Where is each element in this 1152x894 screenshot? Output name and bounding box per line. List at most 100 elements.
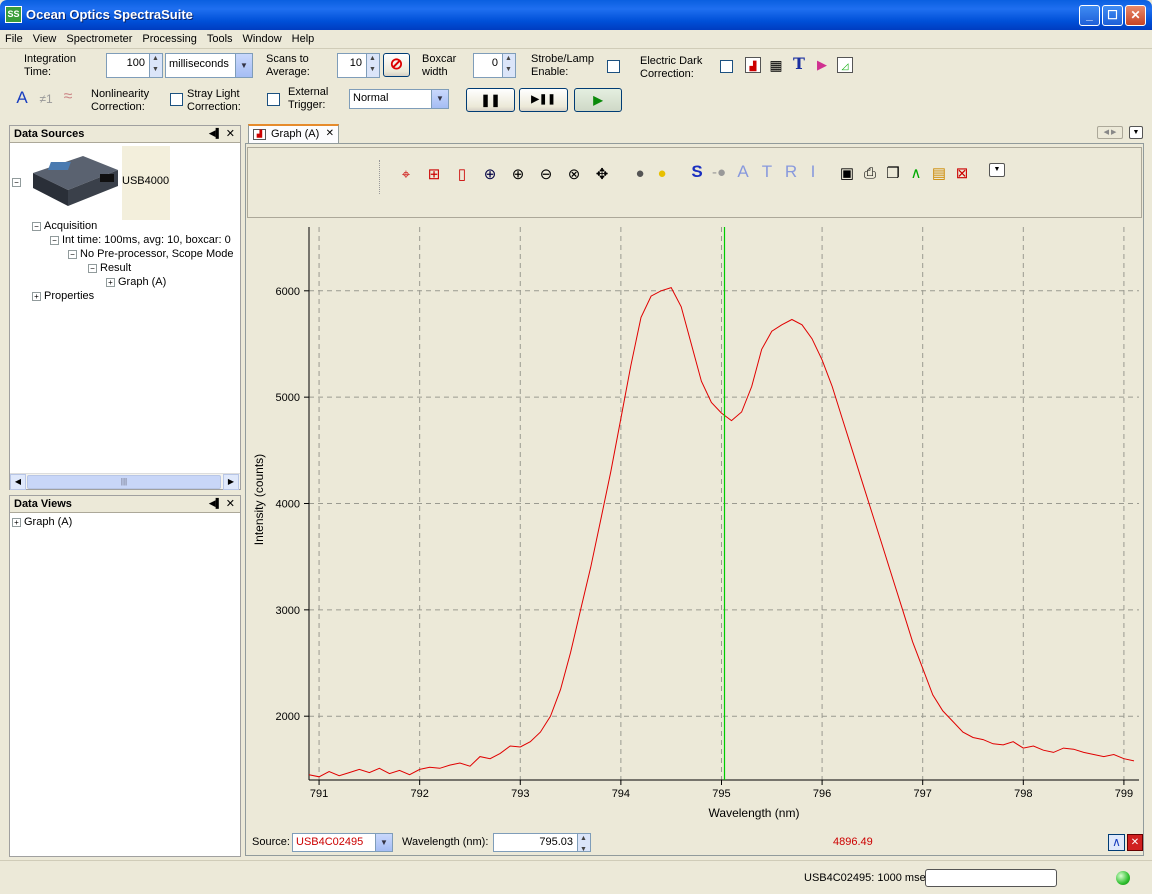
- tree-result[interactable]: − Result: [88, 262, 131, 274]
- wavelength-input[interactable]: 795.03: [493, 833, 578, 852]
- stray-light-checkbox[interactable]: [267, 93, 280, 106]
- device-label[interactable]: USB4000: [122, 175, 169, 187]
- stop-icon[interactable]: ⊘: [383, 53, 410, 77]
- scans-spinner[interactable]: [366, 53, 380, 78]
- scroll-right-icon[interactable]: ▶: [223, 474, 239, 490]
- nonlinearity-icon[interactable]: ≠1: [36, 91, 56, 107]
- y-axis-label: Intensity (counts): [252, 454, 266, 545]
- reflection-letter-icon[interactable]: R: [782, 163, 800, 180]
- copy-icon[interactable]: ❐: [884, 166, 902, 182]
- clear-marker-icon[interactable]: ✕: [1127, 834, 1143, 851]
- overlay-view-icon[interactable]: ◿: [837, 57, 853, 73]
- menu-spectrometer[interactable]: Spectrometer: [61, 30, 137, 45]
- boxcar-spinner[interactable]: [502, 53, 516, 78]
- menu-processing[interactable]: Processing: [137, 30, 201, 45]
- boxcar-width-input[interactable]: 0: [473, 53, 503, 78]
- single-acquire-button[interactable]: ▶❚❚: [519, 88, 568, 112]
- print-icon[interactable]: ⎙: [861, 166, 879, 182]
- zoom-box-icon[interactable]: ⊕: [481, 167, 499, 183]
- delete-icon[interactable]: ⊠: [953, 166, 971, 182]
- trigger-label: External Trigger:: [288, 86, 329, 111]
- window-title: Ocean Optics SpectraSuite: [26, 7, 193, 22]
- tree-int-time[interactable]: − Int time: 100ms, avg: 10, boxcar: 0: [50, 234, 231, 246]
- irradiance-letter-icon[interactable]: I: [804, 163, 822, 180]
- y-tick-label: 3000: [276, 605, 300, 617]
- x-tick-label: 791: [310, 788, 328, 800]
- play-button[interactable]: ▶: [574, 88, 622, 112]
- menu-tools[interactable]: Tools: [202, 30, 238, 45]
- pin-icon[interactable]: ◀▌: [209, 498, 222, 509]
- fit-all-icon[interactable]: ⊞: [425, 167, 443, 183]
- trigger-select[interactable]: Normal ▼: [349, 89, 449, 109]
- tree-view-graph[interactable]: + Graph (A): [12, 516, 72, 528]
- electric-dark-label: Electric Dark Correction:: [640, 55, 703, 80]
- source-select[interactable]: USB4C02495 ▼: [292, 833, 393, 852]
- crosshair-icon[interactable]: ⌖: [397, 167, 415, 183]
- tab-graph[interactable]: ▟ Graph (A) ✕: [248, 124, 339, 143]
- strobe-lamp-checkbox[interactable]: [607, 60, 620, 73]
- spectrometer-device-icon: [28, 148, 123, 210]
- x-axis-label: Wavelength (nm): [709, 806, 800, 820]
- tree-properties[interactable]: + Properties: [32, 290, 94, 302]
- peak-marker-icon[interactable]: ∧: [1108, 834, 1125, 851]
- tree-expander[interactable]: −: [12, 176, 24, 188]
- scope-mode-icon[interactable]: A: [14, 89, 30, 106]
- save-icon[interactable]: ▣: [838, 166, 856, 182]
- app-icon: SS: [5, 6, 22, 23]
- toolbar-overflow-icon[interactable]: ▼: [989, 163, 1005, 177]
- status-text: USB4C02495: 1000 msec: [804, 872, 932, 884]
- pin-icon[interactable]: ◀▌: [209, 128, 222, 139]
- integration-time-input[interactable]: 100: [106, 53, 150, 78]
- zoom-in-icon[interactable]: ⊕: [509, 167, 527, 183]
- horizontal-scrollbar[interactable]: ◀ ||| ▶: [10, 473, 240, 490]
- pan-icon[interactable]: ✥: [593, 167, 611, 183]
- integration-unit-select[interactable]: milliseconds ▼: [165, 53, 253, 78]
- integration-spinner[interactable]: [149, 53, 163, 78]
- reference-bulb-icon[interactable]: -●: [710, 165, 728, 181]
- status-bar: USB4C02495: 1000 msec: [0, 860, 1152, 894]
- peak-icon[interactable]: ∧: [907, 166, 925, 182]
- tree-graph[interactable]: + Graph (A): [106, 276, 166, 288]
- menu-window[interactable]: Window: [238, 30, 287, 45]
- scroll-left-icon[interactable]: ◀: [10, 474, 26, 490]
- chart-background: [246, 219, 1143, 827]
- pause-button[interactable]: ❚❚: [466, 88, 515, 112]
- close-tab-icon[interactable]: ✕: [326, 128, 334, 139]
- maximize-button[interactable]: ☐: [1102, 5, 1123, 26]
- nonlinearity-checkbox[interactable]: [170, 93, 183, 106]
- wave-icon[interactable]: ≈: [58, 89, 78, 105]
- fit-vertical-icon[interactable]: ▯: [453, 167, 471, 183]
- menu-help[interactable]: Help: [287, 30, 320, 45]
- spectrum-chart[interactable]: 791 792 793 794 795 796 797 798 799 2000 3000 4000 5…: [246, 219, 1143, 827]
- transmission-letter-icon[interactable]: T: [758, 163, 776, 180]
- close-panel-icon[interactable]: ✕: [226, 497, 235, 510]
- zoom-out-icon[interactable]: ⊖: [537, 167, 555, 183]
- export-icon[interactable]: ▤: [930, 166, 948, 182]
- status-led-icon: [1116, 871, 1130, 885]
- data-sources-panel: Data Sources ◀▌ ✕ − USB4000 − Acquisition −…: [9, 125, 241, 490]
- graph-view-icon[interactable]: ▟: [745, 57, 761, 73]
- wavelength-label: Wavelength (nm):: [402, 836, 489, 848]
- menu-view[interactable]: View: [28, 30, 62, 45]
- lightbulb-on-icon[interactable]: ●: [653, 166, 671, 182]
- menu-file[interactable]: File: [0, 30, 28, 45]
- tab-scroll-icon[interactable]: ◀ ▶: [1097, 126, 1123, 139]
- color-view-icon[interactable]: ▶: [814, 57, 830, 73]
- absorbance-letter-icon[interactable]: A: [734, 163, 752, 180]
- close-button[interactable]: ✕: [1125, 5, 1146, 26]
- wavelength-spinner[interactable]: [577, 833, 591, 853]
- tree-acquisition[interactable]: − Acquisition: [32, 220, 97, 232]
- close-panel-icon[interactable]: ✕: [226, 127, 235, 140]
- zoom-reset-icon[interactable]: ⊗: [565, 167, 583, 183]
- scans-to-average-input[interactable]: 10: [337, 53, 367, 78]
- tab-menu-icon[interactable]: ▼: [1129, 126, 1143, 139]
- electric-dark-checkbox[interactable]: [720, 60, 733, 73]
- lightbulb-off-icon[interactable]: ●: [631, 166, 649, 182]
- text-view-icon[interactable]: T: [791, 56, 807, 72]
- table-view-icon[interactable]: ▦: [768, 57, 784, 73]
- scope-letter-icon[interactable]: S: [688, 163, 706, 180]
- tree-preprocessor[interactable]: − No Pre-processor, Scope Mode: [68, 248, 233, 260]
- boxcar-label: Boxcar width: [422, 53, 457, 78]
- minimize-button[interactable]: _: [1079, 5, 1100, 26]
- scroll-thumb[interactable]: |||: [27, 475, 221, 489]
